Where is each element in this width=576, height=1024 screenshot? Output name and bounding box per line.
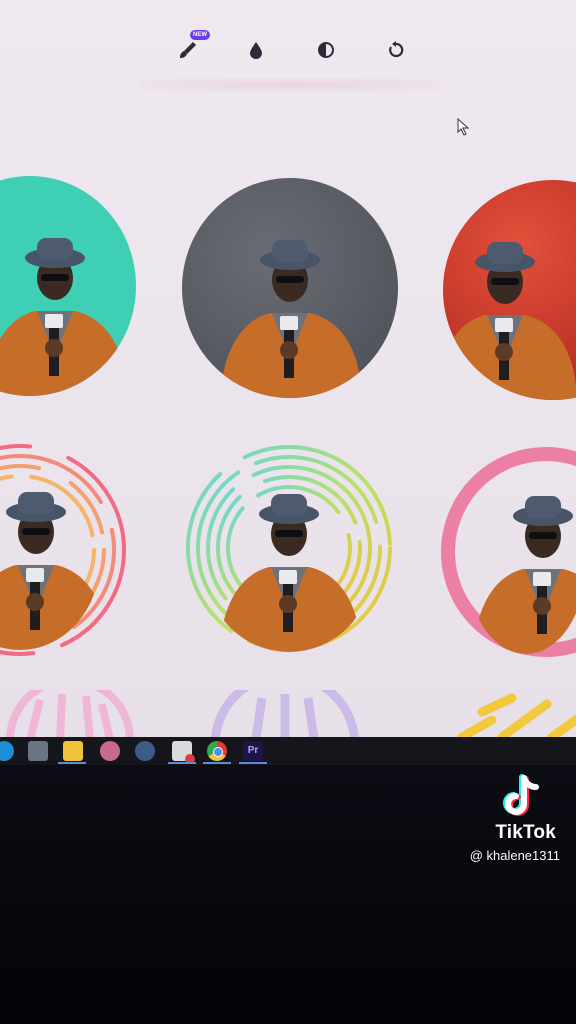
avatar-option-teal[interactable] (0, 176, 136, 396)
file-explorer-icon[interactable] (63, 741, 83, 761)
avatar-option-thick-ring-photo[interactable] (466, 472, 576, 654)
avatar-option-yellow-strokes[interactable] (452, 692, 576, 740)
brush-icon (180, 42, 196, 58)
avatar-option-lavender-burst[interactable] (200, 690, 370, 740)
steam-icon[interactable] (135, 741, 155, 761)
windows-icon[interactable] (0, 741, 14, 761)
app-icon[interactable] (100, 741, 120, 761)
active-indicator (168, 762, 196, 764)
avatar-option-red[interactable] (443, 180, 576, 400)
tiktok-brand: TikTok (495, 822, 556, 843)
calculator-icon[interactable] (28, 741, 48, 761)
brush-tool-button[interactable]: NEW (174, 30, 210, 64)
style-toolbar: NEW (170, 30, 420, 70)
design-canvas: NEW (0, 0, 576, 740)
tiktok-logo-icon (503, 774, 539, 816)
toolbar-divider (140, 78, 440, 92)
active-indicator (58, 762, 86, 764)
reset-tool-button[interactable] (382, 36, 410, 64)
fill-tool-button[interactable] (242, 36, 270, 64)
chrome-icon[interactable] (207, 741, 227, 761)
tiktok-watermark: TikTok @ khalene1311 (426, 774, 566, 884)
premiere-pro-icon[interactable]: Pr (243, 741, 263, 761)
person-cutout (220, 240, 362, 398)
contrast-tool-button[interactable] (312, 36, 340, 64)
windows-taskbar: Pr (0, 737, 576, 766)
avatar-option-line-rings-photo[interactable] (0, 470, 100, 650)
active-indicator (239, 762, 267, 764)
person-cutout (219, 494, 361, 652)
premiere-pro-label: Pr (247, 745, 259, 756)
droplet-icon (250, 42, 262, 59)
notification-app-icon[interactable] (172, 741, 195, 764)
mouse-cursor-icon (457, 118, 470, 136)
avatar-option-gray[interactable] (182, 178, 398, 398)
contrast-icon (318, 42, 334, 58)
avatar-option-pink-burst[interactable] (0, 690, 150, 740)
person-cutout (443, 242, 576, 400)
active-indicator (203, 762, 231, 764)
new-badge: NEW (190, 30, 210, 40)
person-cutout (0, 492, 100, 650)
tiktok-username: @ khalene1311 (469, 848, 560, 863)
avatar-option-rainbow-rings-photo[interactable] (206, 472, 372, 652)
person-cutout (0, 238, 128, 396)
rotate-icon (389, 41, 404, 58)
person-cutout (472, 496, 576, 654)
